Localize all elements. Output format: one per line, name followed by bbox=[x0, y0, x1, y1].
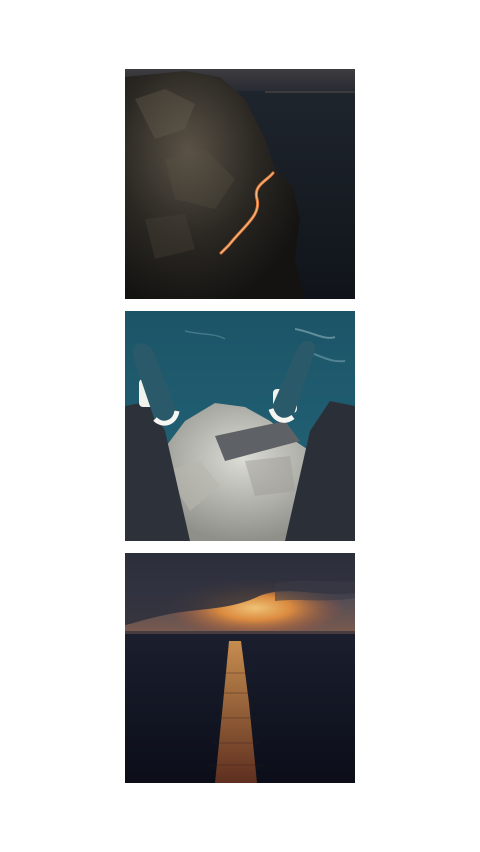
gallery-photo-sunset-sea[interactable] bbox=[125, 553, 355, 783]
sunset-sea-image bbox=[125, 553, 355, 783]
feet-over-cliff-image bbox=[125, 311, 355, 541]
gallery-photo-feet-over-cliff[interactable] bbox=[125, 311, 355, 541]
gallery-photo-cliff-road[interactable] bbox=[125, 69, 355, 299]
cliff-road-image bbox=[125, 69, 355, 299]
